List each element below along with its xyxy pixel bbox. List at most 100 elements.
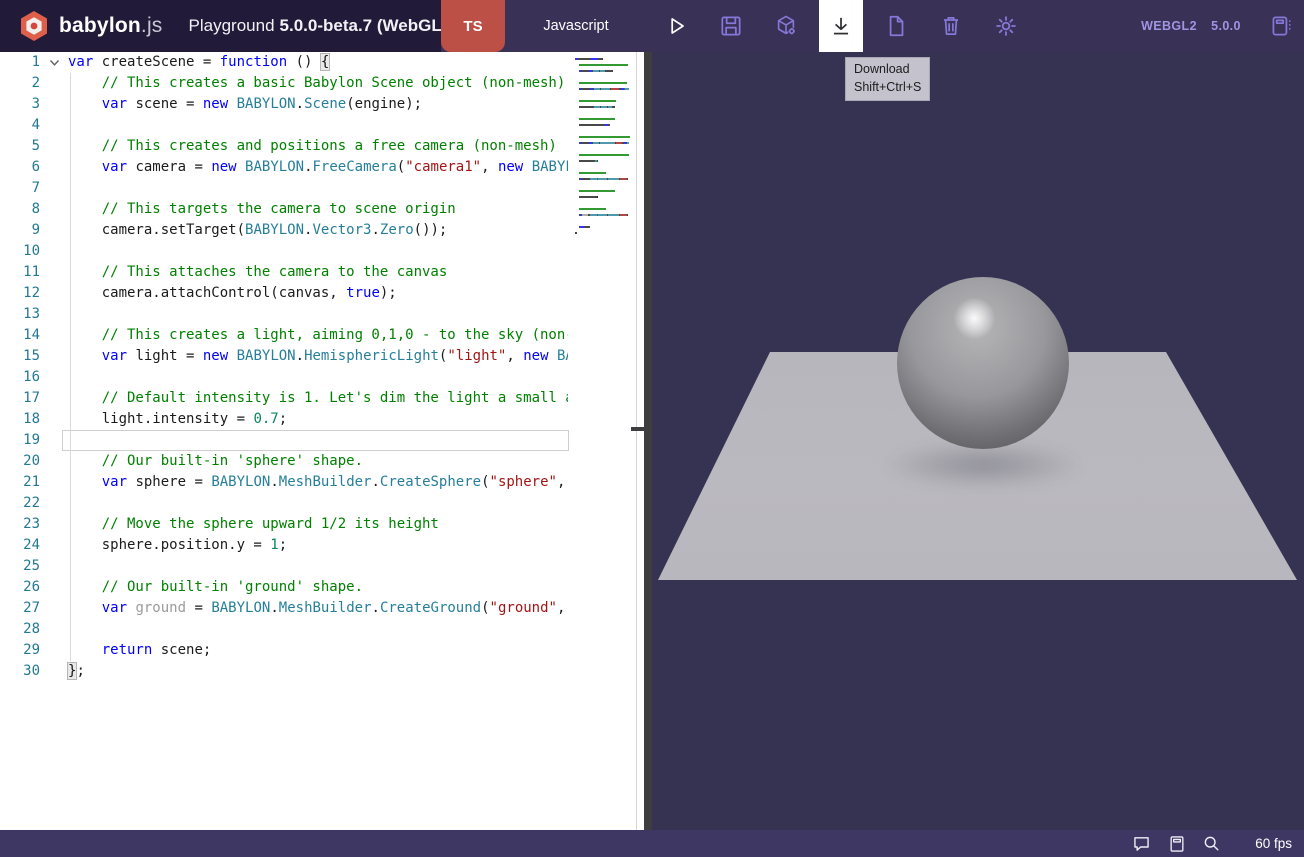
- line-number: 4: [0, 115, 40, 136]
- code-line: 18 light.intensity = 0.7;: [0, 409, 568, 430]
- render-canvas[interactable]: [652, 52, 1304, 830]
- new-file-icon: [883, 13, 909, 39]
- code-line: 24 sphere.position.y = 1;: [0, 535, 568, 556]
- code-line: 2 // This creates a basic Babylon Scene …: [0, 73, 568, 94]
- brand-section: babylon.js Playground5.0.0-beta.7 (WebGL…: [0, 0, 441, 52]
- fold-chevron-icon[interactable]: [40, 52, 68, 73]
- code-line: 11 // This attaches the camera to the ca…: [0, 262, 568, 283]
- line-number: 2: [0, 73, 40, 94]
- code-line: 21 var sphere = BABYLON.MeshBuilder.Crea…: [0, 472, 568, 493]
- line-number: 3: [0, 94, 40, 115]
- line-number: 11: [0, 262, 40, 283]
- code-line: 19: [0, 430, 568, 451]
- code-line: 29 return scene;: [0, 640, 568, 661]
- code-line: 3 var scene = new BABYLON.Scene(engine);: [0, 94, 568, 115]
- search-button[interactable]: [1194, 830, 1228, 857]
- line-number: 13: [0, 304, 40, 325]
- code-line: 27 var ground = BABYLON.MeshBuilder.Crea…: [0, 598, 568, 619]
- clear-button[interactable]: [929, 0, 973, 52]
- sphere-mesh: [897, 277, 1069, 449]
- code-line: 14 // This creates a light, aiming 0,1,0…: [0, 325, 568, 346]
- tooltip-shortcut: Shift+Ctrl+S: [854, 79, 921, 97]
- status-bar: 60 fps: [0, 830, 1304, 857]
- code-line: 25: [0, 556, 568, 577]
- line-number: 10: [0, 241, 40, 262]
- new-button[interactable]: [874, 0, 918, 52]
- line-number: 1: [0, 52, 40, 73]
- line-number: 19: [0, 430, 40, 451]
- trash-icon: [938, 13, 964, 39]
- babylonjs-logo-icon[interactable]: [17, 9, 51, 43]
- save-icon: [718, 13, 744, 39]
- code-line: 15 var light = new BABYLON.HemisphericLi…: [0, 346, 568, 367]
- inspector-icon: [773, 13, 799, 39]
- code-line: 10: [0, 241, 568, 262]
- line-number: 23: [0, 514, 40, 535]
- line-number: 24: [0, 535, 40, 556]
- split-divider-handle[interactable]: [631, 427, 645, 431]
- language-selector[interactable]: Javascript: [528, 0, 624, 52]
- engine-label: WEBGL2: [1140, 0, 1198, 52]
- line-number: 14: [0, 325, 40, 346]
- code-line: 13: [0, 304, 568, 325]
- code-line: 7: [0, 178, 568, 199]
- code-editor[interactable]: 1var createScene = function () {2 // Thi…: [0, 52, 644, 830]
- code-line: 9 camera.setTarget(BABYLON.Vector3.Zero(…: [0, 220, 568, 241]
- feedback-button[interactable]: [1124, 830, 1158, 857]
- code-line: 4: [0, 115, 568, 136]
- run-button[interactable]: [654, 0, 698, 52]
- line-number: 5: [0, 136, 40, 157]
- line-number: 21: [0, 472, 40, 493]
- line-number: 25: [0, 556, 40, 577]
- code-line: 5 // This creates and positions a free c…: [0, 136, 568, 157]
- examples-icon: [1268, 13, 1294, 39]
- line-number: 18: [0, 409, 40, 430]
- top-toolbar: babylon.js Playground5.0.0-beta.7 (WebGL…: [0, 0, 1304, 52]
- chat-icon: [1131, 833, 1152, 854]
- code-lines: 1var createScene = function () {2 // Thi…: [0, 52, 568, 682]
- code-line: 30};: [0, 661, 568, 682]
- docs-button[interactable]: [1160, 830, 1194, 857]
- code-line: 20 // Our built-in 'sphere' shape.: [0, 451, 568, 472]
- line-number: 16: [0, 367, 40, 388]
- typescript-toggle-button[interactable]: TS: [441, 0, 505, 52]
- line-number: 17: [0, 388, 40, 409]
- line-number: 6: [0, 157, 40, 178]
- download-button[interactable]: [819, 0, 863, 52]
- line-number: 30: [0, 661, 40, 682]
- code-line: 6 var camera = new BABYLON.FreeCamera("c…: [0, 157, 568, 178]
- line-number: 22: [0, 493, 40, 514]
- page-title: Playground5.0.0-beta.7 (WebGL2): [189, 16, 457, 36]
- line-number: 8: [0, 199, 40, 220]
- fps-counter: 60 fps: [1232, 830, 1292, 857]
- code-line: 1var createScene = function () {: [0, 52, 568, 73]
- docs-icon: [1167, 834, 1187, 854]
- play-icon: [663, 13, 689, 39]
- download-icon: [828, 13, 854, 39]
- line-number: 20: [0, 451, 40, 472]
- code-line: 8 // This targets the camera to scene or…: [0, 199, 568, 220]
- code-line: 16: [0, 367, 568, 388]
- split-divider[interactable]: [644, 52, 652, 830]
- examples-button[interactable]: [1259, 0, 1303, 52]
- search-icon: [1201, 833, 1222, 854]
- line-number: 9: [0, 220, 40, 241]
- line-number: 28: [0, 619, 40, 640]
- gear-icon: [993, 13, 1019, 39]
- tooltip-title: Download: [854, 61, 921, 79]
- code-line: 22: [0, 493, 568, 514]
- line-number: 29: [0, 640, 40, 661]
- minimap[interactable]: [575, 52, 637, 830]
- settings-button[interactable]: [984, 0, 1028, 52]
- line-number: 26: [0, 577, 40, 598]
- inspector-button[interactable]: [764, 0, 808, 52]
- line-number: 15: [0, 346, 40, 367]
- line-number: 7: [0, 178, 40, 199]
- version-label: 5.0.0: [1204, 0, 1248, 52]
- save-button[interactable]: [709, 0, 753, 52]
- code-line: 26 // Our built-in 'ground' shape.: [0, 577, 568, 598]
- code-line: 12 camera.attachControl(canvas, true);: [0, 283, 568, 304]
- download-tooltip: Download Shift+Ctrl+S: [845, 57, 930, 101]
- babylon-playground-window: babylon.js Playground5.0.0-beta.7 (WebGL…: [0, 0, 1304, 857]
- brand-text[interactable]: babylon.js: [59, 14, 163, 38]
